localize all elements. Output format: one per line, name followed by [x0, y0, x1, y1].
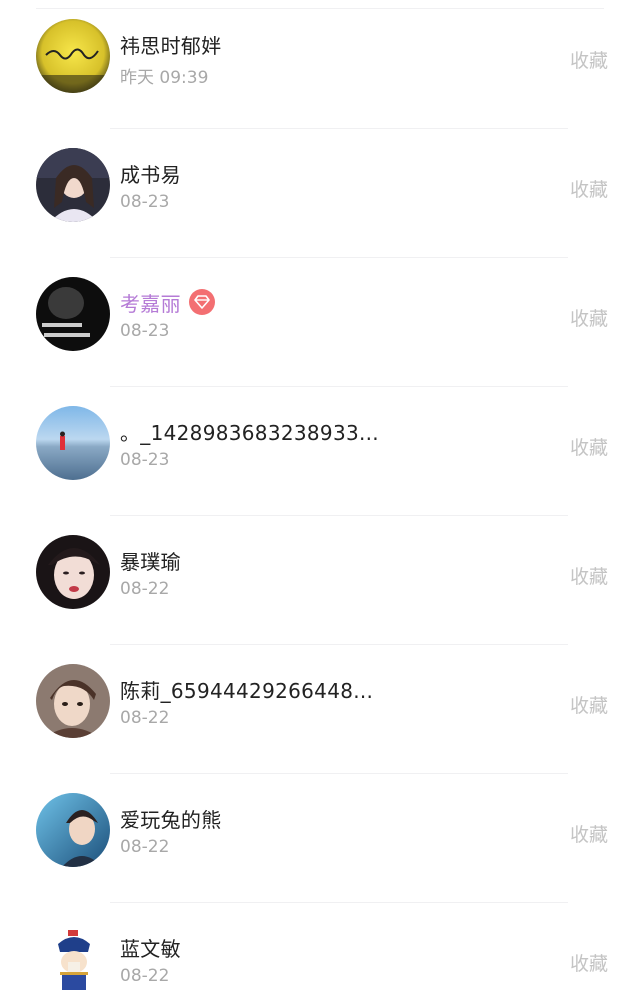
- collect-button[interactable]: 收藏: [570, 949, 608, 976]
- timestamp: 08-22: [120, 837, 170, 857]
- timestamp: 08-23: [120, 192, 170, 212]
- list-item[interactable]: 考嘉丽 08-23 收藏: [0, 258, 640, 387]
- collect-button[interactable]: 收藏: [570, 304, 608, 331]
- follower-list: 祎思时郁姅 昨天 09:39 收藏 成书易 08-23 收藏 考嘉丽 08-23…: [0, 0, 640, 999]
- avatar[interactable]: [36, 922, 110, 996]
- timestamp: 08-23: [120, 321, 170, 341]
- user-name[interactable]: 爱玩兔的熊: [120, 804, 222, 833]
- avatar[interactable]: [36, 19, 110, 93]
- collect-button[interactable]: 收藏: [570, 433, 608, 460]
- avatar[interactable]: [36, 148, 110, 222]
- collect-button[interactable]: 收藏: [570, 562, 608, 589]
- user-name[interactable]: 考嘉丽: [120, 288, 181, 317]
- timestamp: 08-22: [120, 708, 170, 728]
- collect-button[interactable]: 收藏: [570, 691, 608, 718]
- user-name[interactable]: 成书易: [120, 159, 181, 188]
- list-item[interactable]: 蓝文敏 08-22 收藏: [0, 903, 640, 999]
- list-item[interactable]: 。_1428983683238933... 08-23 收藏: [0, 387, 640, 516]
- user-name[interactable]: 祎思时郁姅: [120, 30, 222, 59]
- diamond-icon: [188, 289, 215, 315]
- user-name[interactable]: 陈莉_65944429266448...: [120, 675, 373, 704]
- list-item[interactable]: 陈莉_65944429266448... 08-22 收藏: [0, 645, 640, 774]
- timestamp: 08-23: [120, 450, 170, 470]
- timestamp: 昨天 09:39: [120, 68, 209, 88]
- timestamp: 08-22: [120, 579, 170, 599]
- collect-button[interactable]: 收藏: [570, 820, 608, 847]
- avatar[interactable]: [36, 664, 110, 738]
- avatar[interactable]: [36, 277, 110, 351]
- collect-button[interactable]: 收藏: [570, 175, 608, 202]
- list-item[interactable]: 暴璞瑜 08-22 收藏: [0, 516, 640, 645]
- list-item[interactable]: 成书易 08-23 收藏: [0, 129, 640, 258]
- timestamp: 08-22: [120, 966, 170, 986]
- avatar[interactable]: [36, 793, 110, 867]
- user-name[interactable]: 暴璞瑜: [120, 546, 181, 575]
- avatar[interactable]: [36, 535, 110, 609]
- collect-button[interactable]: 收藏: [570, 46, 608, 73]
- list-item[interactable]: 爱玩兔的熊 08-22 收藏: [0, 774, 640, 903]
- user-name[interactable]: 。_1428983683238933...: [120, 417, 379, 446]
- avatar[interactable]: [36, 406, 110, 480]
- list-item[interactable]: 祎思时郁姅 昨天 09:39 收藏: [0, 0, 640, 129]
- user-name[interactable]: 蓝文敏: [120, 933, 181, 962]
